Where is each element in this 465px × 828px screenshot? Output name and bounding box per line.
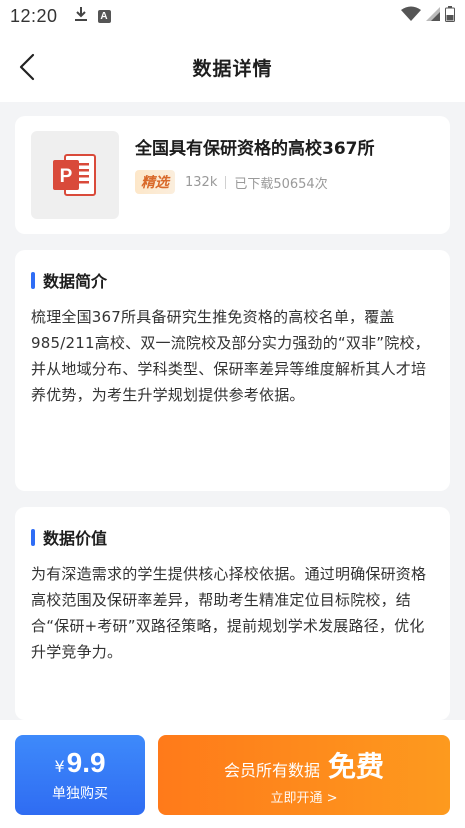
- wifi-icon: [401, 6, 421, 27]
- chevron-left-icon: [19, 53, 35, 81]
- vip-free-label: 免费: [328, 749, 385, 783]
- intro-section: 数据简介 梳理全国367所具备研究生推免资格的高校名单，覆盖985/211高校、…: [15, 250, 450, 491]
- intro-title: 数据简介: [43, 272, 108, 291]
- file-size: 132k: [185, 174, 218, 190]
- value-section: 数据价值 为有深造需求的学生提供核心择校依据。通过明确保研资格高校范围及保研率差…: [15, 507, 450, 720]
- price-value: 9.9: [66, 747, 106, 778]
- status-time: 12:20: [10, 5, 58, 26]
- value-body: 为有深造需求的学生提供核心择校依据。通过明确保研资格高校范围及保研率差异，帮助考…: [31, 565, 427, 661]
- back-button[interactable]: [10, 50, 44, 84]
- page-title: 数据详情: [192, 57, 273, 80]
- section-accent-bar: [31, 271, 35, 289]
- signal-icon: [425, 6, 441, 27]
- nav-bar: 数据详情: [0, 32, 465, 102]
- download-icon: [74, 6, 88, 26]
- file-title: 全国具有保研资格的高校367所: [135, 139, 375, 159]
- svg-text:P: P: [60, 166, 73, 187]
- file-thumbnail: P: [31, 131, 119, 219]
- price-label: 单独购买: [52, 786, 108, 802]
- battery-icon: [445, 5, 455, 27]
- file-card[interactable]: P 全国具有保研资格的高校367所 精选 132k 已下载50654次: [15, 116, 450, 234]
- value-title: 数据价值: [43, 529, 108, 548]
- vip-open-link: 立即开通 >: [270, 790, 338, 806]
- download-count: 已下载50654次: [234, 176, 328, 192]
- section-accent-bar: [31, 528, 35, 546]
- status-bar: 12:20 A: [0, 0, 465, 32]
- ppt-file-icon: P: [53, 154, 96, 196]
- featured-badge: 精选: [135, 170, 175, 194]
- purchase-bar: ¥ 9.9 单独购买 会员所有数据 免费 立即开通 >: [0, 720, 465, 828]
- buy-single-button[interactable]: ¥ 9.9 单独购买: [15, 735, 145, 815]
- vip-subscribe-button[interactable]: 会员所有数据 免费 立即开通 >: [158, 735, 450, 815]
- meta-divider: [225, 175, 227, 189]
- vip-text: 会员所有数据: [223, 760, 320, 780]
- price-currency: ¥: [54, 757, 65, 776]
- intro-body: 梳理全国367所具备研究生推免资格的高校名单，覆盖985/211高校、双一流院校…: [31, 308, 430, 404]
- file-meta: 精选 132k 已下载50654次: [135, 170, 328, 194]
- notification-a-icon: A: [97, 9, 111, 23]
